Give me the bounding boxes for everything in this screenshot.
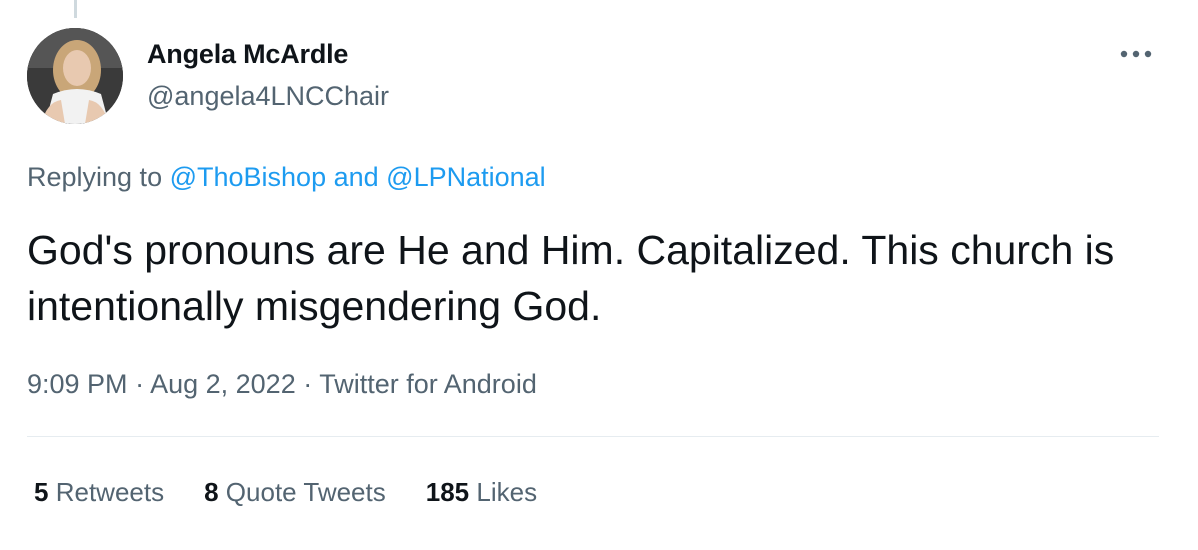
avatar[interactable]: [27, 28, 123, 124]
tweet-source[interactable]: Twitter for Android: [319, 369, 537, 399]
replying-prefix: Replying to: [27, 162, 170, 192]
reply-joiner: and: [326, 162, 387, 192]
retweets-label: Retweets: [55, 477, 165, 507]
retweets-count: 5: [34, 477, 49, 507]
more-horizontal-icon: [1120, 50, 1152, 58]
quote-tweets-label: Quote Tweets: [225, 477, 386, 507]
reply-mention-thobishop[interactable]: @ThoBishop: [170, 162, 327, 192]
tweet-card: Angela McArdle @angela4LNCChair Replying…: [0, 0, 1198, 550]
divider: [27, 436, 1159, 437]
author-handle[interactable]: @angela4LNCChair: [147, 79, 389, 113]
tweet-time[interactable]: 9:09 PM: [27, 369, 128, 399]
quote-tweets-stat[interactable]: 8 Quote Tweets: [204, 475, 386, 509]
tweet-text: God's pronouns are He and Him. Capitaliz…: [27, 227, 1115, 329]
meta-separator: ·: [127, 369, 151, 399]
tweet-date[interactable]: Aug 2, 2022: [150, 369, 296, 399]
author-name[interactable]: Angela McArdle: [147, 37, 348, 71]
likes-label: Likes: [476, 477, 538, 507]
thread-connector-line: [74, 0, 77, 18]
reply-mention-lpnational[interactable]: @LPNational: [386, 162, 546, 192]
tweet-meta: 9:09 PM · Aug 2, 2022 · Twitter for Andr…: [27, 367, 537, 401]
replying-to: Replying to @ThoBishop and @LPNational: [27, 160, 546, 194]
meta-separator: ·: [295, 369, 320, 399]
retweets-stat[interactable]: 5 Retweets: [34, 475, 164, 509]
likes-stat[interactable]: 185 Likes: [426, 475, 537, 509]
more-options-button[interactable]: [1112, 34, 1160, 74]
quote-tweets-count: 8: [204, 477, 219, 507]
likes-count: 185: [425, 477, 470, 507]
engagement-stats: 5 Retweets 8 Quote Tweets 185 Likes: [34, 475, 537, 509]
